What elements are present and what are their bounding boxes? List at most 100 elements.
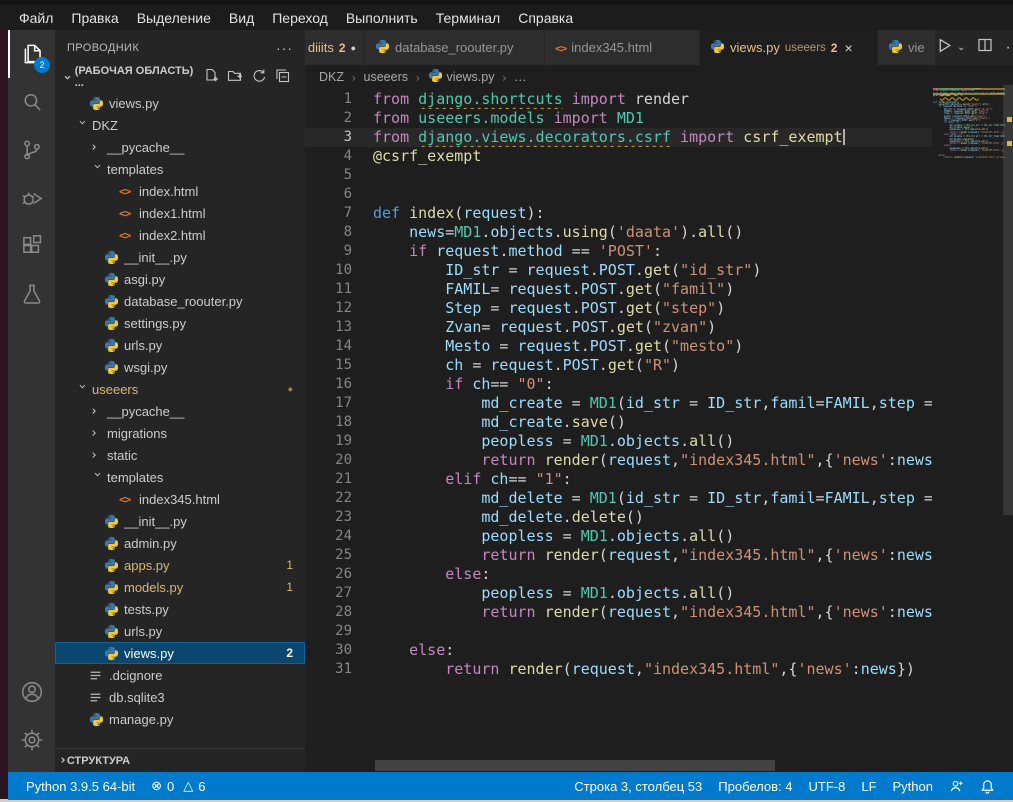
- split-editor-icon[interactable]: [977, 37, 993, 58]
- tree-item-wsgi.py[interactable]: wsgi.py: [55, 356, 305, 378]
- code-line-22[interactable]: 22 md_delete = MD1(id_str = ID_str,famil…: [305, 489, 932, 508]
- tree-item-db.sqlite3[interactable]: db.sqlite3: [55, 686, 305, 708]
- code-line-27[interactable]: 27 peopless = MD1.objects.all(): [305, 584, 932, 603]
- minimap[interactable]: from django.shortcuts import renderfrom …: [933, 88, 1005, 198]
- refresh-icon[interactable]: [251, 68, 267, 87]
- tab-vie[interactable]: vie: [878, 30, 936, 65]
- tree-item-__init__.py[interactable]: __init__.py: [55, 510, 305, 532]
- menu-Файл[interactable]: Файл: [10, 7, 62, 29]
- code-line-2[interactable]: 2from useeers.models import MD1: [305, 109, 932, 128]
- code-line-3[interactable]: 3from django.views.decorators.csrf impor…: [305, 128, 932, 147]
- more-actions-icon[interactable]: ···: [1005, 39, 1013, 57]
- menu-Вид[interactable]: Вид: [220, 7, 263, 29]
- run-debug-icon[interactable]: [8, 174, 55, 222]
- run-dropdown-chevron-icon[interactable]: ⌄: [957, 42, 965, 53]
- code-line-30[interactable]: 30 else:: [305, 641, 932, 660]
- code-line-6[interactable]: 6: [305, 185, 932, 204]
- tree-item-asgi.py[interactable]: asgi.py: [55, 268, 305, 290]
- collapse-folders-icon[interactable]: [275, 68, 291, 87]
- code-line-28[interactable]: 28 return render(request,"index345.html"…: [305, 603, 932, 622]
- tree-item-apps.py[interactable]: apps.py1: [55, 554, 305, 576]
- close-icon[interactable]: ×: [844, 40, 852, 56]
- tree-item-__init__.py[interactable]: __init__.py: [55, 246, 305, 268]
- vertical-scrollbar-thumb[interactable]: [1003, 85, 1013, 515]
- tree-item-__pycache__[interactable]: ›__pycache__: [55, 400, 305, 422]
- code-line-18[interactable]: 18 md_create.save(): [305, 413, 932, 432]
- new-folder-icon[interactable]: [227, 68, 243, 87]
- tree-item-manage.py[interactable]: manage.py: [55, 708, 305, 730]
- tab-views.py[interactable]: views.pyuseeers2×: [700, 30, 878, 65]
- tree-item-settings.py[interactable]: settings.py: [55, 312, 305, 334]
- tree-item-index.html[interactable]: <>index.html: [55, 180, 305, 202]
- code-line-17[interactable]: 17 md_create = MD1(id_str = ID_str,famil…: [305, 394, 932, 413]
- source-control-icon[interactable]: [8, 126, 55, 174]
- tree-item-index2.html[interactable]: <>index2.html: [55, 224, 305, 246]
- breadcrumb-item-views.py[interactable]: views.py: [428, 68, 495, 86]
- code-line-25[interactable]: 25 return render(request,"index345.html"…: [305, 546, 932, 565]
- code-line-10[interactable]: 10 ID_str = request.POST.get("id_str"): [305, 261, 932, 280]
- code-line-4[interactable]: 4@csrf_exempt: [305, 147, 932, 166]
- tree-item-static[interactable]: ›static: [55, 444, 305, 466]
- code-line-15[interactable]: 15 ch = request.POST.get("R"): [305, 356, 932, 375]
- tree-item-urls.py[interactable]: urls.py: [55, 334, 305, 356]
- code-line-21[interactable]: 21 elif ch== "1":: [305, 470, 932, 489]
- tab-index345.html[interactable]: <>index345.html: [545, 30, 700, 65]
- code-line-9[interactable]: 9 if request.method == 'POST':: [305, 242, 932, 261]
- tree-item-models.py[interactable]: models.py1: [55, 576, 305, 598]
- new-file-icon[interactable]: [203, 68, 219, 87]
- breadcrumb-item-DKZ[interactable]: DKZ: [319, 70, 344, 84]
- horizontal-scrollbar-thumb[interactable]: [375, 760, 775, 771]
- tree-item-index345.html[interactable]: <>index345.html: [55, 488, 305, 510]
- menu-Терминал[interactable]: Терминал: [427, 7, 509, 29]
- code-line-5[interactable]: 5: [305, 166, 932, 185]
- run-button[interactable]: [936, 37, 953, 59]
- status-encoding[interactable]: UTF-8: [801, 779, 854, 794]
- extensions-icon[interactable]: [8, 222, 55, 270]
- settings-gear-icon[interactable]: [8, 716, 55, 764]
- tree-item-urls.py[interactable]: urls.py: [55, 620, 305, 642]
- code-line-23[interactable]: 23 md_delete.delete(): [305, 508, 932, 527]
- tree-item-useeers[interactable]: ›useeers●: [55, 378, 305, 400]
- tree-item-__pycache__[interactable]: ›__pycache__: [55, 136, 305, 158]
- tree-item-migrations[interactable]: ›migrations: [55, 422, 305, 444]
- status-cursor-position[interactable]: Строка 3, столбец 53: [566, 779, 710, 794]
- tree-item-admin.py[interactable]: admin.py: [55, 532, 305, 554]
- breadcrumb-item-useeers[interactable]: useeers: [364, 70, 408, 84]
- tree-item-templates[interactable]: ›templates: [55, 158, 305, 180]
- code-line-24[interactable]: 24 peopless = MD1.objects.all(): [305, 527, 932, 546]
- status-feedback[interactable]: [941, 779, 972, 794]
- code-line-13[interactable]: 13 Zvan= request.POST.get("zvan"): [305, 318, 932, 337]
- tree-item-.dcignore[interactable]: .dcignore: [55, 664, 305, 686]
- code-line-14[interactable]: 14 Mesto = request.POST.get("mesto"): [305, 337, 932, 356]
- workspace-section-header[interactable]: › (РАБОЧАЯ ОБЛАСТЬ) ...: [55, 65, 305, 89]
- status-problems[interactable]: ⊗0△6: [143, 778, 213, 794]
- menu-Переход[interactable]: Переход: [263, 7, 337, 29]
- explorer-icon[interactable]: 2: [8, 30, 55, 78]
- code-line-1[interactable]: 1from django.shortcuts import render: [305, 90, 932, 109]
- breadcrumb-item--[interactable]: …: [514, 70, 527, 84]
- account-icon[interactable]: [8, 668, 55, 716]
- horizontal-scrollbar[interactable]: [305, 760, 932, 771]
- search-icon[interactable]: [8, 78, 55, 126]
- code-line-19[interactable]: 19 peopless = MD1.objects.all(): [305, 432, 932, 451]
- code-line-31[interactable]: 31 return render(request,"index345.html"…: [305, 660, 932, 679]
- code-line-7[interactable]: 7def index(request):: [305, 204, 932, 223]
- vertical-scrollbar[interactable]: [1003, 85, 1013, 765]
- code-editor[interactable]: 1from django.shortcuts import render2fro…: [305, 90, 932, 679]
- code-line-11[interactable]: 11 FAMIL= request.POST.get("famil"): [305, 280, 932, 299]
- code-line-20[interactable]: 20 return render(request,"index345.html"…: [305, 451, 932, 470]
- status-language-mode[interactable]: Python: [885, 779, 941, 794]
- code-line-29[interactable]: 29: [305, 622, 932, 641]
- tree-item-database_roouter.py[interactable]: database_roouter.py: [55, 290, 305, 312]
- status-notifications[interactable]: [972, 779, 1003, 794]
- outline-section-header[interactable]: › СТРУКТУРА: [55, 748, 305, 772]
- tree-item-DKZ[interactable]: ›DKZ: [55, 114, 305, 136]
- code-line-12[interactable]: 12 Step = request.POST.get("step"): [305, 299, 932, 318]
- sidebar-more-actions-icon[interactable]: ···: [276, 40, 293, 56]
- testing-icon[interactable]: [8, 270, 55, 318]
- tree-item-index1.html[interactable]: <>index1.html: [55, 202, 305, 224]
- code-line-8[interactable]: 8 news=MD1.objects.using('daata').all(): [305, 223, 932, 242]
- tree-item-views.py[interactable]: views.py: [55, 92, 305, 114]
- tree-item-templates[interactable]: ›templates: [55, 466, 305, 488]
- tree-item-tests.py[interactable]: tests.py: [55, 598, 305, 620]
